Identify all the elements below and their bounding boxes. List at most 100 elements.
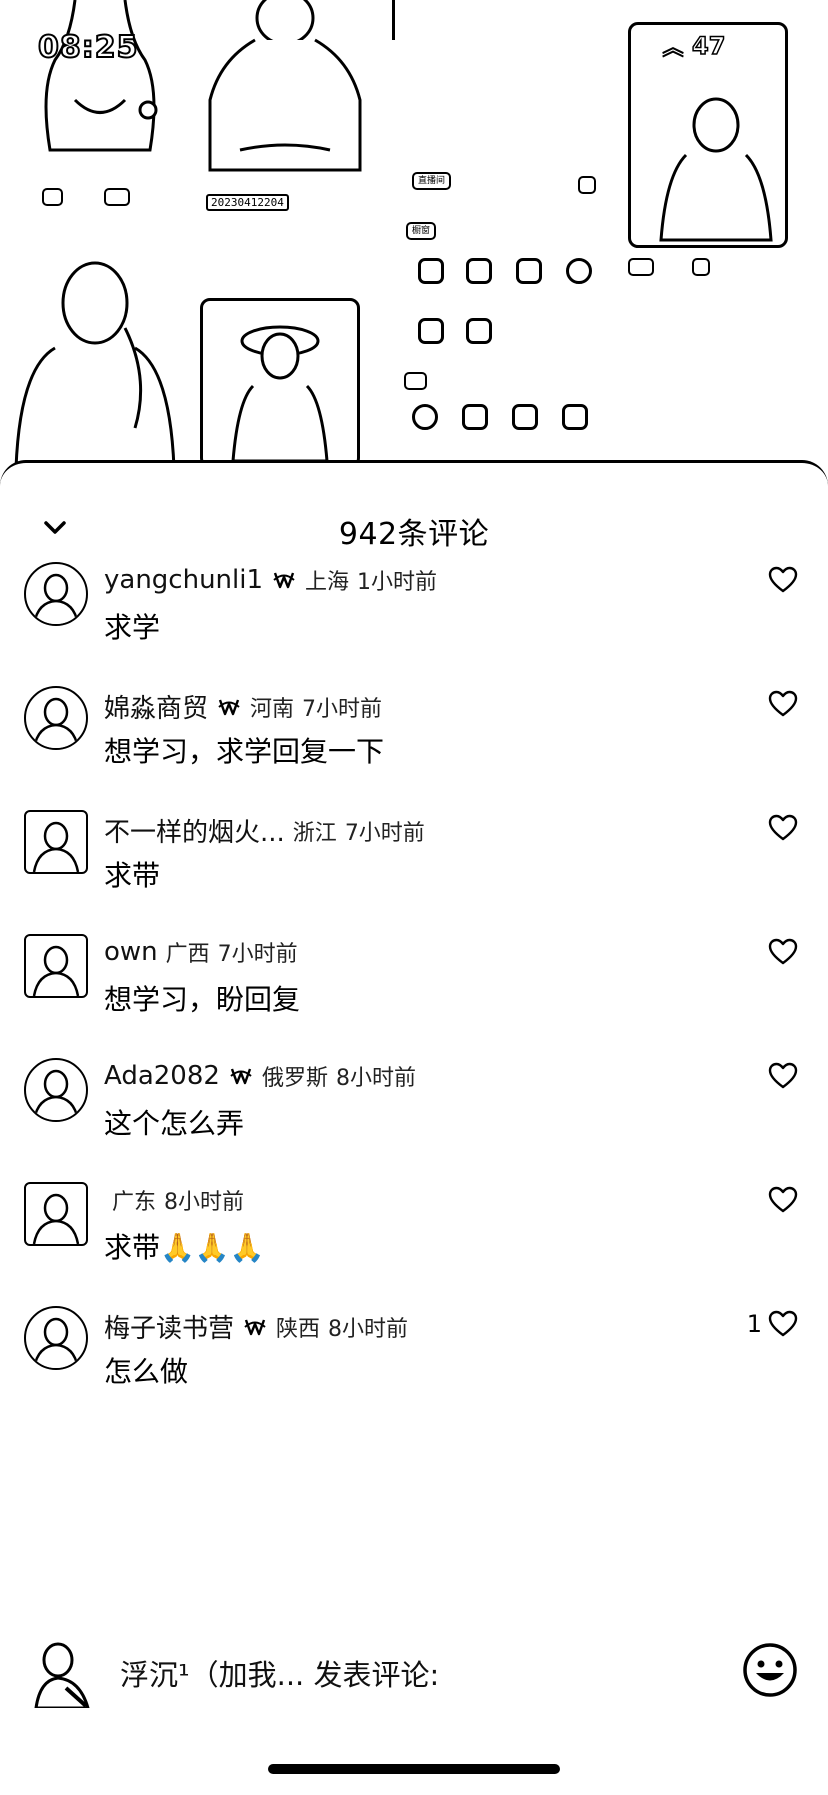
comment-meta: 广东 8小时前	[104, 1184, 244, 1216]
panel-icon	[412, 404, 438, 430]
comment-meta: Ada2082 俄罗斯 8小时前	[104, 1060, 416, 1092]
wifi-icon: ︽	[662, 36, 685, 61]
commenter-avatar[interactable]	[24, 1306, 88, 1370]
heart-outline-icon	[768, 566, 798, 593]
like-button[interactable]	[762, 690, 798, 718]
panel-icon	[418, 258, 444, 284]
commenter-avatar[interactable]	[24, 1182, 88, 1246]
comment-input[interactable]: 浮沉¹（加我... 发表评论:	[120, 1652, 439, 1694]
comment-location: 浙江	[292, 820, 337, 846]
comment-item[interactable]: 不一样的烟火... 浙江 7小时前 求带	[0, 810, 828, 930]
heart-outline-icon	[768, 1062, 798, 1089]
panel-label: 橱窗	[406, 222, 437, 240]
comment-meta: 不一样的烟火... 浙江 7小时前	[104, 812, 425, 849]
comment-item[interactable]: Ada2082 俄罗斯 8小时前 这个怎么弄	[0, 1058, 828, 1178]
heart-outline-icon	[768, 938, 798, 965]
infinity-badge-icon	[244, 1319, 266, 1335]
comment-text: 这个怎么弄	[104, 1107, 245, 1140]
video-thumbnail-person-3	[10, 258, 180, 470]
comment-item[interactable]: 梅子读书营 陕西 8小时前 怎么做 1	[0, 1306, 828, 1426]
heart-outline-icon	[768, 690, 798, 717]
commenter-name[interactable]: 婂淼商贸	[104, 688, 208, 725]
commenter-avatar[interactable]	[24, 562, 88, 626]
comment-location: 陕西	[276, 1316, 321, 1342]
like-count: 1	[746, 1310, 762, 1338]
comment-location: 俄罗斯	[261, 1066, 328, 1091]
video-background: 08:25 20230412204 直播间 橱窗 ︽ 47	[0, 0, 828, 470]
commenter-name[interactable]: yangchunli1	[104, 565, 263, 595]
my-avatar	[28, 1638, 98, 1708]
video-thumbnail-person-1	[30, 0, 170, 165]
panel-icon	[566, 258, 592, 284]
heart-outline-icon	[768, 814, 798, 841]
commenter-avatar[interactable]	[24, 1058, 88, 1122]
panel-icon	[462, 404, 488, 430]
thumbnail-tag	[692, 258, 710, 276]
comment-text: 怎么做	[104, 1355, 189, 1388]
like-button[interactable]	[762, 1062, 798, 1090]
commenter-name[interactable]: 不一样的烟火...	[104, 812, 285, 849]
commenter-avatar[interactable]	[24, 810, 88, 874]
panel-icon	[418, 318, 444, 344]
commenter-name[interactable]: Ada2082	[104, 1061, 220, 1091]
comment-meta: yangchunli1 上海 1小时前	[104, 564, 437, 596]
infinity-badge-icon	[230, 1068, 252, 1085]
thumbnail-caption: 20230412204	[206, 194, 289, 211]
comment-time: 7小时前	[217, 942, 298, 967]
divider	[392, 0, 395, 40]
commenter-avatar[interactable]	[24, 934, 88, 998]
heart-outline-icon	[768, 1186, 798, 1213]
comment-time: 8小时前	[335, 1066, 416, 1091]
panel-icon	[466, 258, 492, 284]
comment-text: 想学习，盼回复	[104, 983, 301, 1016]
comment-count-title: 942条评论	[338, 517, 490, 552]
smiley-icon	[743, 1643, 797, 1697]
thumbnail-tag	[42, 188, 63, 206]
comment-time: 7小时前	[344, 820, 425, 846]
comment-item[interactable]: 广东 8小时前 求带🙏🙏🙏	[0, 1182, 828, 1302]
comment-location: 河南	[250, 696, 295, 722]
video-thumbnail-person-2	[200, 0, 370, 175]
like-button[interactable]	[762, 566, 798, 594]
emoji-button[interactable]	[742, 1642, 798, 1698]
commenter-avatar[interactable]	[24, 686, 88, 750]
commenter-name[interactable]: own	[104, 937, 158, 967]
comment-time: 8小时前	[328, 1316, 409, 1342]
comment-location: 广东	[112, 1190, 157, 1215]
commenter-name[interactable]: 梅子读书营	[104, 1308, 234, 1345]
like-button[interactable]	[762, 814, 798, 842]
video-thumbnail-framed	[200, 298, 360, 468]
like-button[interactable]	[762, 1186, 798, 1214]
comment-input-bar: 浮沉¹（加我... 发表评论:	[0, 1630, 828, 1720]
panel-icon	[512, 404, 538, 430]
panel-label	[578, 176, 596, 194]
panel-label	[404, 372, 428, 390]
comment-meta: 梅子读书营 陕西 8小时前	[104, 1308, 408, 1345]
status-time: 08:25	[37, 29, 139, 66]
heart-outline-icon	[768, 1310, 798, 1337]
like-button[interactable]	[762, 938, 798, 966]
comment-location: 广西	[165, 942, 210, 967]
comment-meta: own 广西 7小时前	[104, 936, 298, 968]
comment-time: 1小时前	[357, 570, 438, 595]
comment-item[interactable]: own 广西 7小时前 想学习，盼回复	[0, 934, 828, 1054]
panel-icon	[516, 258, 542, 284]
comment-time: 7小时前	[302, 696, 383, 722]
panel-icon	[562, 404, 588, 430]
comment-location: 上海	[305, 570, 350, 595]
thumbnail-tag	[628, 258, 655, 276]
battery-level: 47	[691, 31, 726, 61]
comment-item[interactable]: yangchunli1 上海 1小时前 求学	[0, 562, 828, 682]
infinity-badge-icon	[273, 572, 295, 589]
comment-item[interactable]: 婂淼商贸 河南 7小时前 想学习，求学回复一下	[0, 686, 828, 806]
comment-text: 想学习，求学回复一下	[104, 735, 385, 768]
comment-text: 求带	[104, 859, 161, 892]
comment-text: 求带🙏🙏🙏	[104, 1231, 265, 1264]
status-right: ︽ 47	[662, 30, 726, 62]
infinity-badge-icon	[218, 699, 240, 715]
like-button[interactable]: 1	[747, 1310, 798, 1338]
comment-meta: 婂淼商贸 河南 7小时前	[104, 688, 382, 725]
thumbnail-tag	[104, 188, 131, 206]
comment-text: 求学	[104, 611, 161, 644]
panel-icon	[466, 318, 492, 344]
